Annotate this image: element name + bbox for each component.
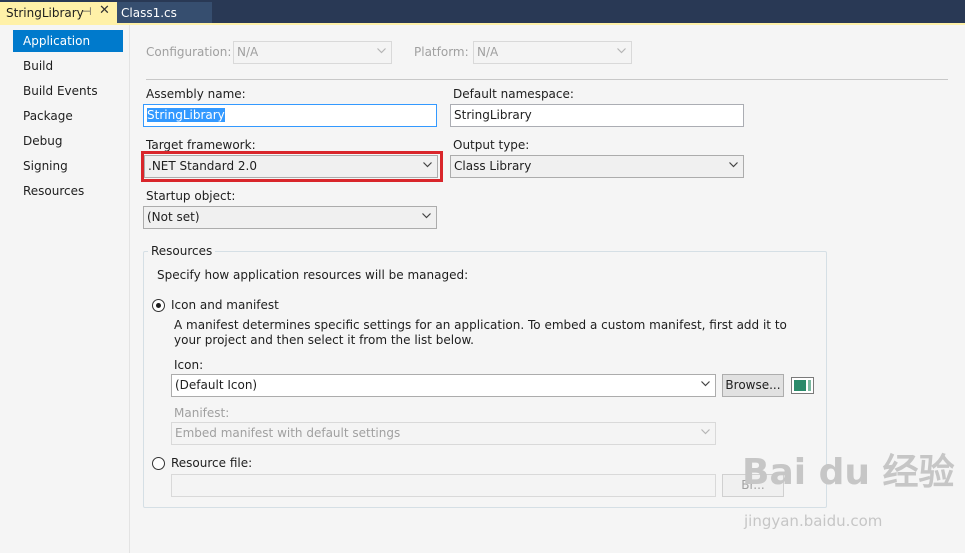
chevron-down-icon: [377, 48, 386, 56]
startup-object-dropdown[interactable]: (Not set): [143, 206, 437, 229]
close-icon[interactable]: ✕: [99, 3, 110, 18]
icon-and-manifest-label[interactable]: Icon and manifest: [171, 298, 279, 312]
tab-stringlibrary[interactable]: StringLibrary ⊣ ✕: [0, 2, 117, 23]
nav-item-signing[interactable]: Signing: [13, 155, 123, 177]
configuration-label: Configuration:: [146, 45, 232, 59]
platform-label: Platform:: [414, 45, 469, 59]
default-namespace-input[interactable]: StringLibrary: [450, 104, 744, 127]
manifest-dropdown: Embed manifest with default settings: [171, 422, 716, 445]
chevron-down-icon: [422, 213, 431, 221]
tab-class1-cs-label: Class1.cs: [121, 6, 177, 20]
chevron-down-icon: [617, 48, 626, 56]
icon-dropdown[interactable]: (Default Icon): [171, 374, 716, 397]
startup-object-value: (Not set): [147, 210, 200, 224]
resource-file-input: [171, 474, 716, 497]
application-icon-preview: [791, 377, 814, 394]
assembly-name-label: Assembly name:: [146, 87, 246, 101]
manifest-dropdown-value: Embed manifest with default settings: [175, 426, 401, 440]
assembly-name-input[interactable]: StringLibrary: [143, 104, 437, 127]
nav-item-debug[interactable]: Debug: [13, 130, 123, 152]
nav-item-package[interactable]: Package: [13, 105, 123, 127]
default-namespace-value: StringLibrary: [454, 108, 532, 122]
nav-item-application[interactable]: Application: [13, 30, 143, 52]
output-type-dropdown[interactable]: Class Library: [450, 155, 744, 178]
platform-value: N/A: [477, 45, 499, 59]
tab-stringlibrary-label: StringLibrary: [6, 6, 84, 20]
assembly-name-value: StringLibrary: [147, 108, 225, 122]
nav-item-build-events[interactable]: Build Events: [13, 80, 123, 102]
icon-dropdown-value: (Default Icon): [175, 378, 258, 392]
target-framework-label: Target framework:: [146, 138, 256, 152]
chevron-down-icon: [701, 381, 710, 389]
resources-description: Specify how application resources will b…: [157, 268, 469, 282]
manifest-label: Manifest:: [174, 406, 230, 420]
browse-icon-button-label: Browse...: [725, 378, 781, 392]
baidu-watermark-logo: Bai du 经验: [742, 452, 955, 493]
icon-label: Icon:: [174, 358, 204, 372]
chevron-down-icon: [729, 162, 738, 170]
resources-group-title: Resources: [148, 244, 216, 258]
manifest-help-text-line2: your project and then select it from the…: [174, 333, 474, 347]
project-properties-nav: Application Build Build Events Package D…: [0, 25, 143, 553]
icon-preview-bar: [808, 380, 811, 391]
output-type-value: Class Library: [454, 159, 532, 173]
platform-dropdown: N/A: [473, 41, 632, 64]
annotation-highlight-box: [141, 151, 443, 182]
resource-file-radio[interactable]: [152, 457, 165, 470]
pin-icon[interactable]: ⊣: [82, 5, 92, 18]
nav-item-label: Package: [23, 109, 73, 123]
output-type-label: Output type:: [453, 138, 530, 152]
icon-and-manifest-radio[interactable]: [152, 299, 165, 312]
nav-item-label: Application: [23, 34, 91, 48]
resource-file-label[interactable]: Resource file:: [171, 456, 252, 470]
configuration-dropdown: N/A: [233, 41, 392, 64]
tab-class1-cs[interactable]: Class1.cs: [117, 2, 212, 23]
nav-item-label: Resources: [23, 184, 85, 198]
chevron-down-icon: [701, 429, 710, 437]
nav-item-label: Debug: [23, 134, 63, 148]
browse-icon-button[interactable]: Browse...: [722, 374, 784, 397]
manifest-help-text-line1: A manifest determines specific settings …: [174, 318, 787, 332]
separator: [146, 79, 948, 80]
nav-item-label: Signing: [23, 159, 68, 173]
startup-object-label: Startup object:: [146, 189, 236, 203]
nav-item-label: Build: [23, 59, 54, 73]
nav-item-resources[interactable]: Resources: [13, 180, 123, 202]
nav-item-build[interactable]: Build: [13, 55, 123, 77]
nav-item-label: Build Events: [23, 84, 98, 98]
default-application-icon: [794, 380, 806, 391]
configuration-value: N/A: [237, 45, 259, 59]
baidu-watermark-url: jingyan.baidu.com: [744, 512, 883, 530]
default-namespace-label: Default namespace:: [453, 87, 574, 101]
